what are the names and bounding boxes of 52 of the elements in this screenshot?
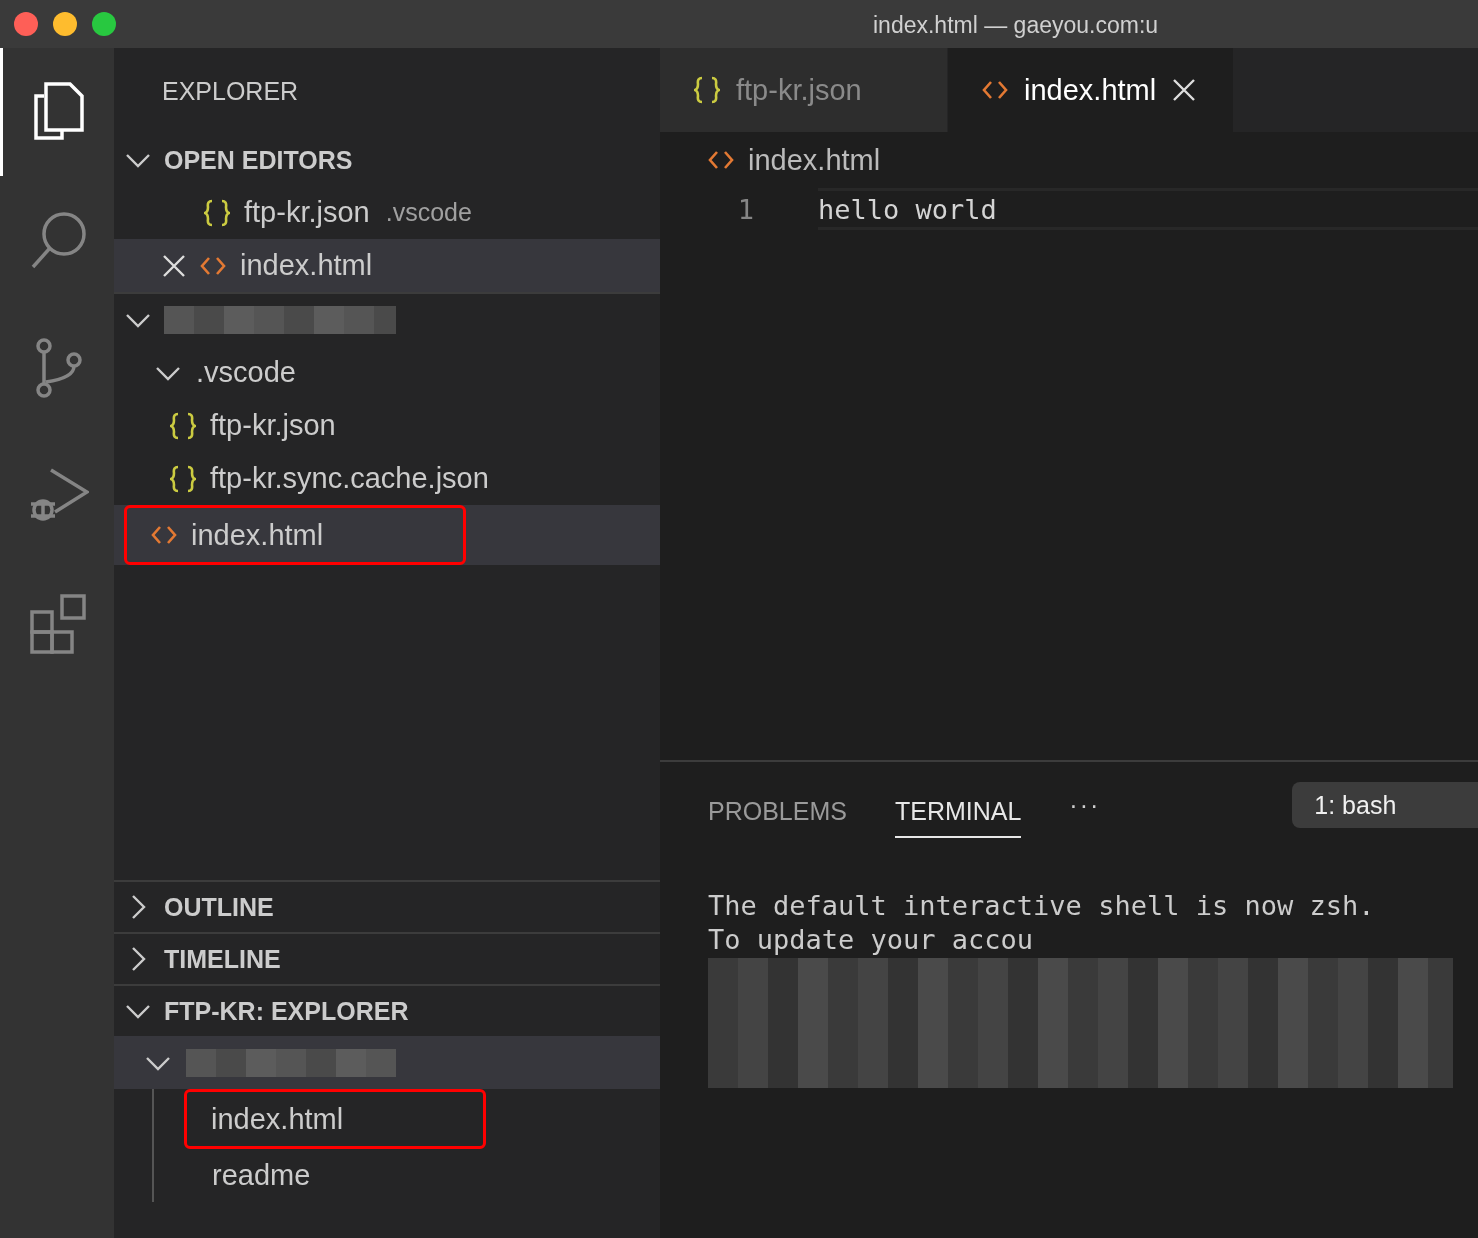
section-title: TIMELINE <box>164 944 281 974</box>
braces-icon <box>694 75 720 105</box>
section-title: FTP-KR: EXPLORER <box>164 996 409 1026</box>
section-header[interactable]: OPEN EDITORS <box>114 134 660 186</box>
section-header[interactable]: OUTLINE <box>114 880 660 932</box>
braces-icon <box>170 463 196 494</box>
window-title: index.html — gaeyou.com:u <box>873 12 1159 39</box>
window-control[interactable] <box>14 12 38 36</box>
file-row[interactable]: readme <box>154 1149 660 1202</box>
section-header[interactable]: TIMELINE <box>114 932 660 984</box>
braces-icon <box>204 197 230 228</box>
line-number: 1 <box>736 193 755 225</box>
file-name: .vscode <box>196 356 296 389</box>
terminal-line: The default interactive shell is now zsh. <box>708 890 1376 923</box>
panel-tab[interactable]: PROBLEMS <box>708 784 847 838</box>
editor-tab[interactable]: ftp-kr.json <box>660 48 948 132</box>
window-control[interactable] <box>92 12 116 36</box>
file-name: readme <box>212 1159 311 1192</box>
open-editor-row[interactable]: index.html <box>114 239 660 292</box>
search-icon <box>29 210 88 270</box>
code-line: hello world <box>818 188 1478 230</box>
open-editor-row[interactable]: ftp-kr.json .vscode <box>114 186 660 239</box>
file-name: index.html <box>191 518 324 552</box>
terminal-select[interactable]: 1: bash <box>1292 782 1478 828</box>
section-title: OUTLINE <box>164 892 274 922</box>
file-name: ftp-kr.json <box>210 409 336 442</box>
angle-brackets-icon <box>982 79 1008 101</box>
file-row[interactable]: ftp-kr.json <box>114 399 660 452</box>
folder-row[interactable]: .vscode <box>114 346 660 399</box>
file-path: .vscode <box>385 198 472 227</box>
file-row[interactable]: ftp-kr.sync.cache.json <box>114 452 660 505</box>
more-button[interactable]: ··· <box>1069 790 1101 820</box>
close-icon[interactable] <box>1172 78 1197 102</box>
extensions-icon <box>29 594 88 654</box>
file-name: ftp-kr.json <box>244 196 370 229</box>
panel-tab[interactable]: TERMINAL <box>894 784 1022 838</box>
braces-icon <box>170 410 196 441</box>
sidebar-title: EXPLORER <box>162 76 299 106</box>
file-name: ftp-kr.sync.cache.json <box>210 462 489 495</box>
section-title: OPEN EDITORS <box>164 145 353 175</box>
terminal-line: To update your accou <box>708 924 1035 957</box>
file-name: index.html <box>211 1102 344 1136</box>
breadcrumb[interactable]: index.html <box>748 143 881 177</box>
file-name: index.html <box>240 249 373 282</box>
file-row[interactable]: index.html <box>114 505 660 565</box>
editor-tab[interactable]: index.html <box>948 48 1234 132</box>
branch-icon <box>33 338 84 398</box>
angle-brackets-icon <box>708 149 734 171</box>
angle-brackets-icon <box>151 524 177 546</box>
close-icon[interactable] <box>162 253 186 278</box>
window-control[interactable] <box>53 12 77 36</box>
files-icon <box>31 82 86 142</box>
